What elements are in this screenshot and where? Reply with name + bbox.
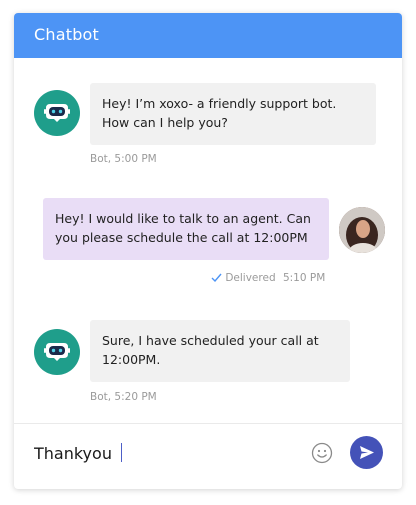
message-line: 12:00PM. bbox=[102, 352, 161, 367]
robot-icon bbox=[44, 104, 70, 122]
smiley-icon bbox=[311, 442, 333, 464]
chat-window: Chatbot Hey! I’m xoxo- a friendly suppor… bbox=[14, 13, 402, 489]
user-photo bbox=[339, 207, 385, 253]
message-input[interactable] bbox=[34, 441, 284, 465]
delivery-status: Delivered 5:10 PM bbox=[211, 272, 325, 284]
text-caret bbox=[121, 443, 122, 462]
delivery-time: 5:10 PM bbox=[282, 272, 326, 284]
message-line: you please schedule the call at 12:00PM bbox=[55, 230, 308, 245]
bot-message-bubble: Sure, I have scheduled your call at 12:0… bbox=[90, 320, 350, 382]
composer-divider bbox=[14, 423, 402, 424]
bot-avatar bbox=[34, 329, 80, 375]
message-meta: Bot, 5:20 PM bbox=[90, 391, 157, 403]
bot-avatar bbox=[34, 90, 80, 136]
message-meta: Bot, 5:00 PM bbox=[90, 153, 157, 165]
delivery-label: Delivered bbox=[225, 272, 276, 284]
send-icon bbox=[360, 446, 374, 459]
message-line: Sure, I have scheduled your call at bbox=[102, 333, 319, 348]
message-line: How can I help you? bbox=[102, 115, 228, 130]
chat-header: Chatbot bbox=[14, 13, 402, 58]
message-line: Hey! I’m xoxo- a friendly support bot. bbox=[102, 96, 337, 111]
emoji-button[interactable] bbox=[311, 442, 333, 464]
header-title: Chatbot bbox=[34, 25, 100, 44]
bot-message-bubble: Hey! I’m xoxo- a friendly support bot. H… bbox=[90, 83, 376, 145]
message-line: Hey! I would like to talk to an agent. C… bbox=[55, 211, 311, 226]
robot-icon bbox=[44, 343, 70, 361]
send-button[interactable] bbox=[350, 436, 383, 469]
user-message-bubble: Hey! I would like to talk to an agent. C… bbox=[43, 198, 329, 260]
check-icon bbox=[211, 273, 222, 283]
user-avatar bbox=[339, 207, 385, 253]
